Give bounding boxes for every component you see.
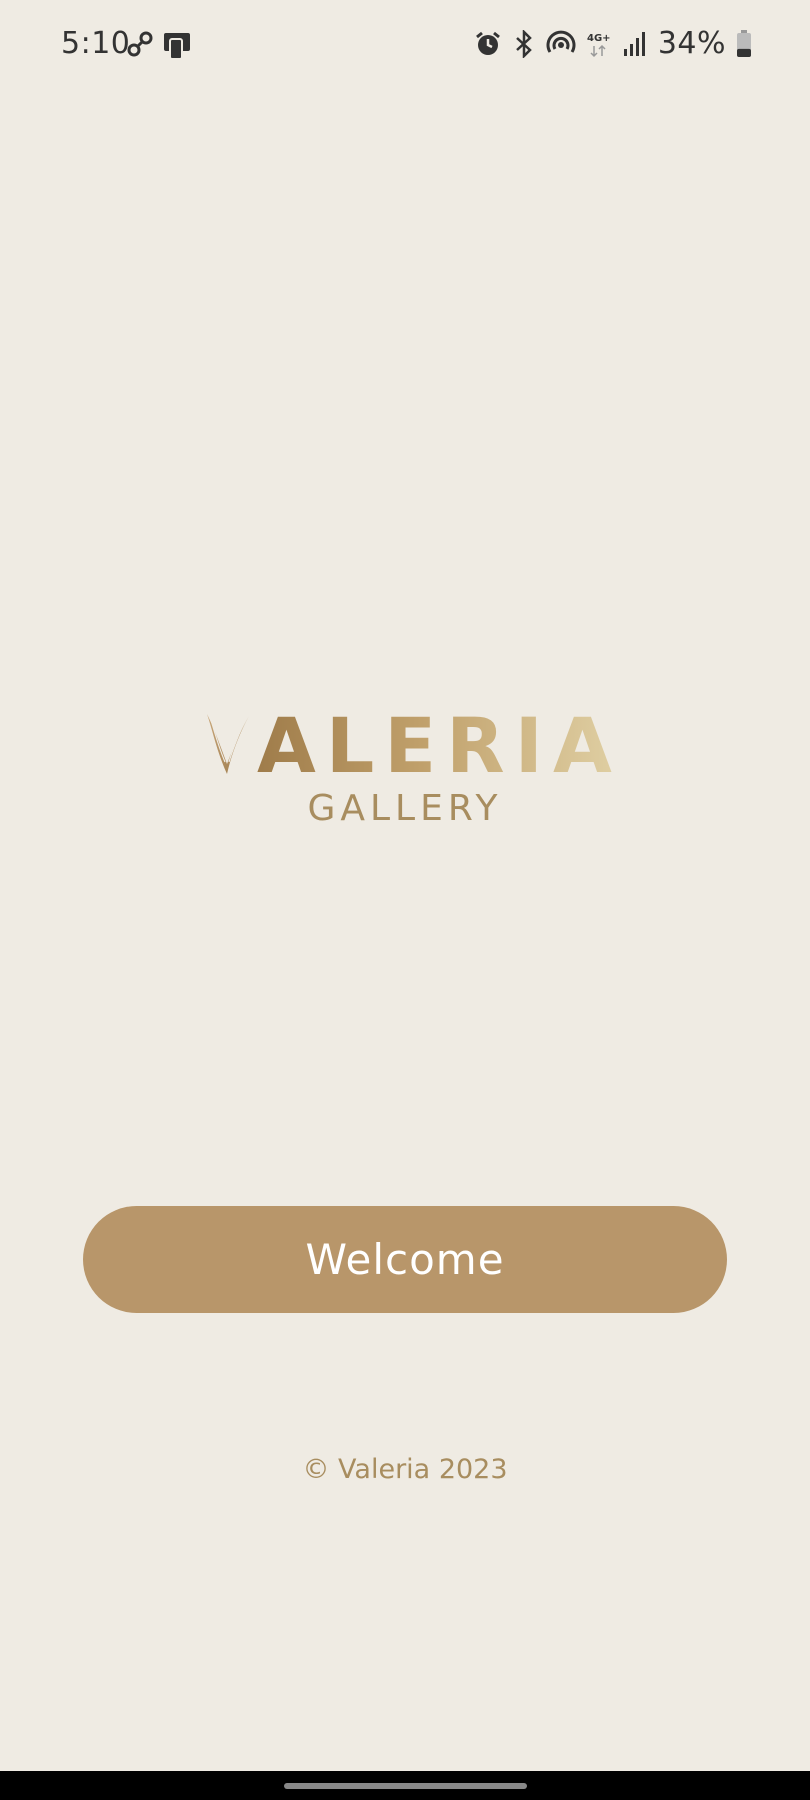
home-gesture-handle[interactable] [284, 1783, 527, 1789]
logo-wordmark: ALERIA [257, 701, 622, 790]
network-4g-icon: 4G+ [586, 30, 612, 58]
welcome-button[interactable]: Welcome [83, 1206, 727, 1313]
battery-percent: 34% [657, 26, 726, 61]
signal-icon [622, 30, 648, 58]
link-icon [126, 30, 154, 60]
status-time: 5:10 [61, 26, 131, 61]
navigation-bar [0, 1771, 810, 1800]
feather-v-icon [205, 712, 251, 782]
valeria-gallery-logo: ALERIA GALLERY [205, 706, 612, 829]
svg-text:4G+: 4G+ [587, 33, 611, 44]
battery-icon [736, 29, 752, 58]
alarm-icon [474, 30, 502, 58]
hotspot-icon [546, 30, 576, 58]
status-left-icons [126, 30, 192, 60]
logo-subtitle: GALLERY [307, 788, 503, 829]
bluetooth-icon [512, 29, 536, 58]
status-bar: 5:10 4G+ 34% [0, 0, 810, 92]
status-right-icons: 4G+ 34% [474, 26, 752, 61]
copyright-text: © Valeria 2023 [302, 1454, 508, 1485]
screen-mirror-icon [162, 30, 192, 60]
